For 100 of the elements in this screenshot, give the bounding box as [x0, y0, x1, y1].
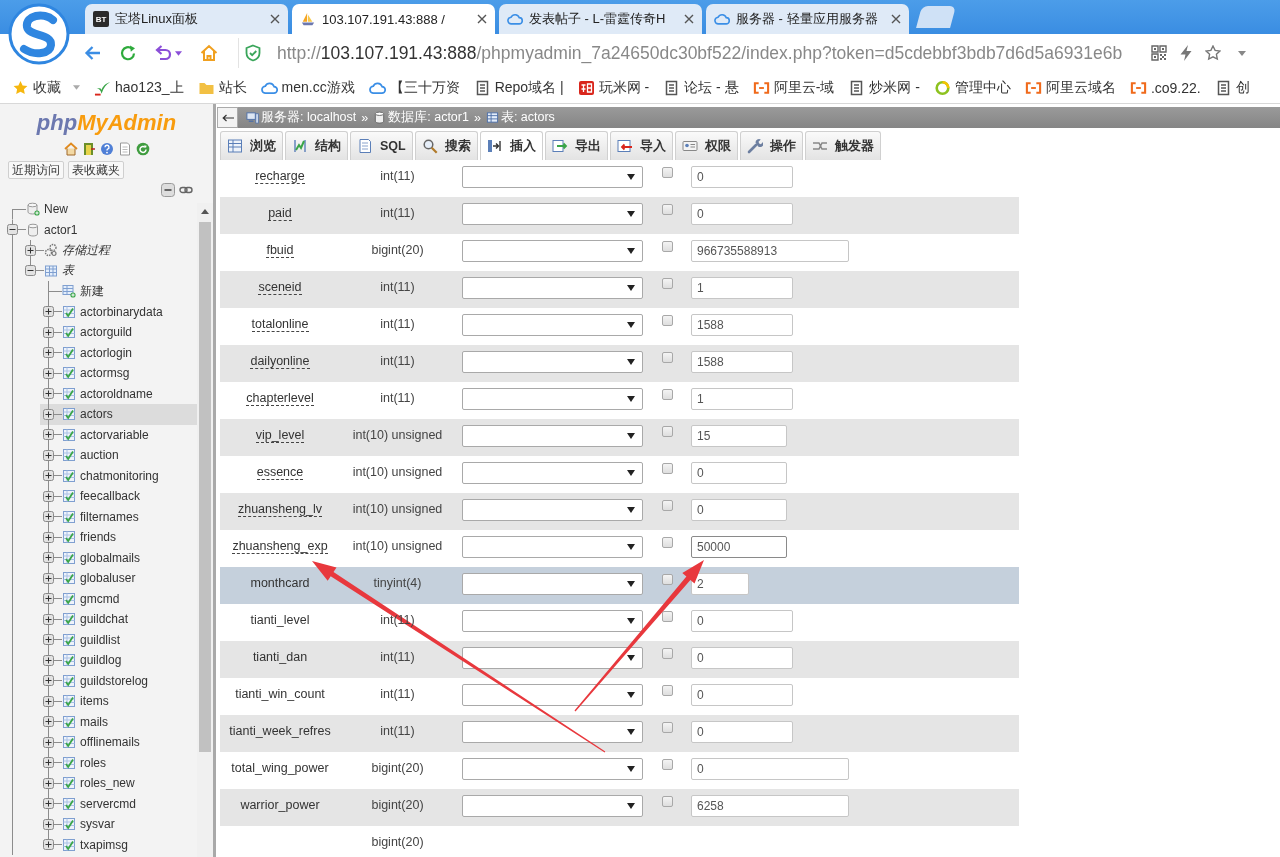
tree-item[interactable]: 表: [22, 260, 197, 281]
null-checkbox[interactable]: [662, 278, 673, 289]
expand-icon[interactable]: [43, 839, 54, 851]
browser-tab[interactable]: 服务器 - 轻量应用服务器: [706, 4, 909, 34]
scrollbar-thumb[interactable]: [199, 222, 211, 752]
expand-icon[interactable]: [43, 511, 54, 523]
expand-icon[interactable]: [25, 244, 36, 256]
tab[interactable]: 触发器: [805, 131, 881, 160]
function-select[interactable]: [462, 684, 643, 706]
expand-icon[interactable]: [43, 613, 54, 625]
null-checkbox[interactable]: [662, 315, 673, 326]
value-input[interactable]: 0: [691, 647, 793, 669]
bookmark-link[interactable]: 阿里云域名: [1024, 78, 1116, 97]
function-select[interactable]: [462, 351, 643, 373]
null-checkbox[interactable]: [662, 204, 673, 215]
expand-icon[interactable]: [43, 675, 54, 687]
expand-icon[interactable]: [43, 572, 54, 584]
null-checkbox[interactable]: [662, 463, 673, 474]
tree-item[interactable]: globalmails: [40, 547, 197, 568]
tree-item[interactable]: items: [40, 691, 197, 712]
quick-access-button[interactable]: 近期访问: [8, 161, 64, 179]
bookmark-link[interactable]: 收藏: [12, 78, 80, 97]
value-input[interactable]: 50000: [691, 536, 787, 558]
tree-item[interactable]: globaluser: [40, 568, 197, 589]
tree-item[interactable]: offlinemails: [40, 732, 197, 753]
function-select[interactable]: [462, 758, 643, 780]
null-checkbox[interactable]: [662, 426, 673, 437]
tree-item[interactable]: servercmd: [40, 793, 197, 814]
tab[interactable]: 结构: [285, 131, 348, 160]
value-input[interactable]: 0: [691, 721, 793, 743]
expand-icon[interactable]: [43, 818, 54, 830]
bookmark-link[interactable]: 炒米网 -: [848, 78, 920, 97]
value-input[interactable]: 1: [691, 388, 793, 410]
tree-item[interactable]: actor1: [4, 219, 197, 240]
logo[interactable]: phpMyAdmin: [36, 110, 177, 135]
expand-icon[interactable]: [43, 798, 54, 810]
value-input[interactable]: 15: [691, 425, 787, 447]
null-checkbox[interactable]: [662, 759, 673, 770]
null-checkbox[interactable]: [662, 352, 673, 363]
expand-icon[interactable]: [43, 470, 54, 482]
help-icon[interactable]: [99, 142, 114, 156]
null-checkbox[interactable]: [662, 648, 673, 659]
null-checkbox[interactable]: [662, 500, 673, 511]
expand-icon[interactable]: [43, 777, 54, 789]
expand-icon[interactable]: [43, 306, 54, 318]
close-icon[interactable]: [477, 14, 487, 24]
tree-item[interactable]: friends: [40, 527, 197, 548]
value-input[interactable]: 1: [691, 277, 793, 299]
function-select[interactable]: [462, 536, 643, 558]
null-checkbox[interactable]: [662, 389, 673, 400]
function-select[interactable]: [462, 277, 643, 299]
document-icon[interactable]: [117, 142, 132, 156]
value-input[interactable]: 1588: [691, 351, 793, 373]
collapse-all-icon[interactable]: [161, 183, 175, 197]
value-input[interactable]: 1588: [691, 314, 793, 336]
expand-icon[interactable]: [43, 552, 54, 564]
function-select[interactable]: [462, 203, 643, 225]
tab[interactable]: 导出: [545, 131, 608, 160]
bookmark-link[interactable]: 创: [1214, 78, 1250, 97]
tree-item[interactable]: filternames: [40, 506, 197, 527]
browser-tab[interactable]: 发表帖子 - L-雷霆传奇H: [499, 4, 702, 34]
tree-item[interactable]: actormsg: [40, 363, 197, 384]
null-checkbox[interactable]: [662, 537, 673, 548]
tree-item[interactable]: mails: [40, 711, 197, 732]
value-input[interactable]: 966735588913: [691, 240, 849, 262]
home-icon[interactable]: [63, 142, 78, 156]
tab[interactable]: 插入: [480, 131, 543, 160]
qr-code-icon[interactable]: [1151, 45, 1167, 61]
tree-item[interactable]: auction: [40, 445, 197, 466]
value-input[interactable]: 0: [691, 684, 793, 706]
expand-icon[interactable]: [43, 695, 54, 707]
function-select[interactable]: [462, 425, 643, 447]
expand-icon[interactable]: [43, 449, 54, 461]
expand-icon[interactable]: [43, 716, 54, 728]
tree-item[interactable]: actorbinarydata: [40, 301, 197, 322]
tree-item[interactable]: roles: [40, 752, 197, 773]
tree-item[interactable]: guildstorelog: [40, 670, 197, 691]
tree-item[interactable]: actoroldname: [40, 383, 197, 404]
tree-item[interactable]: actorvariable: [40, 424, 197, 445]
function-select[interactable]: [462, 388, 643, 410]
bookmark-link[interactable]: 阿里云-域: [752, 78, 835, 97]
null-checkbox[interactable]: [662, 611, 673, 622]
tree-item[interactable]: sysvar: [40, 814, 197, 835]
tree-item[interactable]: 存储过程: [22, 240, 197, 261]
tab[interactable]: 搜索: [415, 131, 478, 160]
null-checkbox[interactable]: [662, 574, 673, 585]
browser-tab[interactable]: 103.107.191.43:888 /: [292, 4, 495, 34]
function-select[interactable]: [462, 240, 643, 262]
value-input[interactable]: 0: [691, 203, 793, 225]
tree-item[interactable]: guildchat: [40, 609, 197, 630]
tree-item[interactable]: gmcmd: [40, 588, 197, 609]
scroll-up-icon[interactable]: [201, 209, 209, 214]
browser-tab[interactable]: BT 宝塔Linux面板: [85, 4, 288, 34]
expand-icon[interactable]: [43, 593, 54, 605]
null-checkbox[interactable]: [662, 722, 673, 733]
bookmark-link[interactable]: Repo域名 |: [473, 78, 564, 97]
tree-item[interactable]: roles_new: [40, 773, 197, 794]
value-input[interactable]: 0: [691, 758, 849, 780]
expand-icon[interactable]: [43, 326, 54, 338]
bookmark-link[interactable]: men.cc游戏: [260, 78, 355, 97]
